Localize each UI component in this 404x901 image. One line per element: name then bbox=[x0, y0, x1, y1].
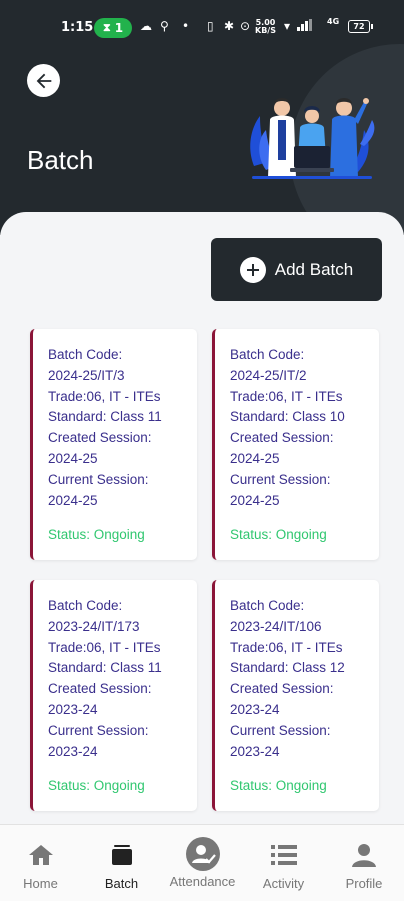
batch-card[interactable]: Batch Code: 2024-25/IT/2 Trade:06, IT - … bbox=[212, 329, 379, 560]
nav-home-label: Home bbox=[23, 876, 58, 891]
created-session: 2024-25 bbox=[230, 450, 280, 466]
bottom-navigation: Home Batch Attendance Activity Profile bbox=[0, 824, 404, 901]
profile-icon bbox=[352, 840, 376, 870]
vibrate-icon: ▯ bbox=[207, 19, 214, 33]
status-time: 1:15 bbox=[61, 20, 94, 35]
nav-profile[interactable]: Profile bbox=[324, 825, 404, 901]
back-button[interactable] bbox=[27, 64, 60, 97]
add-batch-button[interactable]: Add Batch bbox=[211, 238, 382, 301]
current-session: 2023-24 bbox=[230, 743, 280, 759]
batch-standard: Standard: Class 12 bbox=[230, 660, 345, 676]
nav-home[interactable]: Home bbox=[0, 825, 81, 901]
batch-code-label: Batch Code: bbox=[48, 347, 123, 362]
network-type: 4G bbox=[327, 17, 340, 26]
batch-standard: Standard: Class 10 bbox=[230, 409, 345, 425]
nav-attendance-label: Attendance bbox=[169, 874, 236, 889]
batch-code: 2023-24/IT/106 bbox=[230, 618, 322, 634]
batch-standard: Standard: Class 11 bbox=[48, 660, 162, 676]
nav-profile-label: Profile bbox=[345, 876, 383, 891]
list-icon bbox=[270, 840, 297, 870]
home-icon bbox=[28, 840, 54, 870]
current-session-label: Current Session: bbox=[230, 471, 331, 487]
batch-status: Status: Ongoing bbox=[48, 778, 145, 794]
batch-code: 2023-24/IT/173 bbox=[48, 618, 140, 634]
batch-code-label: Batch Code: bbox=[48, 598, 123, 613]
notification-pill: ⧗ 1 bbox=[94, 18, 132, 38]
created-session-label: Created Session: bbox=[48, 430, 152, 446]
current-session: 2023-24 bbox=[48, 743, 98, 759]
status-bar: 1:15 ⧗ 1 ☁ ⚲ • ▯ ✱ ⊙ 5.00 KB/S ▾ 4G 72 bbox=[0, 14, 404, 44]
batch-trade: Trade:06, IT - ITEs bbox=[48, 639, 161, 655]
created-session-label: Created Session: bbox=[48, 681, 152, 697]
batch-code: 2024-25/IT/2 bbox=[230, 367, 307, 383]
cloud-icon: ☁ bbox=[140, 19, 152, 33]
page-title: Batch bbox=[27, 145, 94, 175]
nav-batch[interactable]: Batch bbox=[81, 825, 162, 901]
batch-card[interactable]: Batch Code: 2023-24/IT/106 Trade:06, IT … bbox=[212, 580, 379, 811]
batch-card[interactable]: Batch Code: 2024-25/IT/3 Trade:06, IT - … bbox=[30, 329, 197, 560]
current-session: 2024-25 bbox=[48, 492, 98, 508]
add-batch-label: Add Batch bbox=[274, 259, 354, 279]
batch-card[interactable]: Batch Code: 2023-24/IT/173 Trade:06, IT … bbox=[30, 580, 197, 811]
batch-status: Status: Ongoing bbox=[230, 527, 327, 543]
wifi-icon: ▾ bbox=[284, 19, 291, 33]
batch-code-label: Batch Code: bbox=[230, 598, 305, 613]
nav-batch-label: Batch bbox=[104, 876, 139, 891]
signal-icon bbox=[297, 19, 312, 31]
nav-activity-label: Activity bbox=[262, 876, 305, 891]
current-session-label: Current Session: bbox=[48, 722, 149, 738]
location-pin-icon: ⚲ bbox=[160, 19, 169, 33]
batch-icon bbox=[110, 840, 134, 870]
batch-trade: Trade:06, IT - ITEs bbox=[230, 639, 343, 655]
network-speed-unit: KB/S bbox=[255, 26, 276, 35]
notification-count: 1 bbox=[114, 21, 124, 35]
created-session-label: Created Session: bbox=[230, 681, 334, 697]
nav-activity[interactable]: Activity bbox=[243, 825, 324, 901]
current-session-label: Current Session: bbox=[48, 471, 149, 487]
dot-icon: • bbox=[182, 19, 190, 33]
current-session-label: Current Session: bbox=[230, 722, 331, 738]
batch-status: Status: Ongoing bbox=[48, 527, 145, 543]
network-speed: 5.00 KB/S bbox=[255, 19, 276, 35]
batch-trade: Trade:06, IT - ITEs bbox=[48, 388, 161, 404]
battery-level: 72 bbox=[353, 22, 365, 31]
location-icon: ⊙ bbox=[240, 19, 251, 33]
batch-status: Status: Ongoing bbox=[230, 778, 327, 794]
attendance-icon bbox=[185, 836, 220, 872]
batch-standard: Standard: Class 11 bbox=[48, 409, 162, 425]
nav-attendance[interactable]: Attendance bbox=[162, 825, 243, 901]
batch-code-label: Batch Code: bbox=[230, 347, 305, 362]
team-illustration bbox=[250, 98, 375, 179]
arrow-left-icon bbox=[36, 73, 51, 88]
app-header: 1:15 ⧗ 1 ☁ ⚲ • ▯ ✱ ⊙ 5.00 KB/S ▾ 4G 72 B… bbox=[0, 0, 404, 235]
created-session: 2023-24 bbox=[230, 701, 280, 717]
current-session: 2024-25 bbox=[230, 492, 280, 508]
battery-icon: 72 bbox=[348, 20, 373, 33]
created-session-label: Created Session: bbox=[230, 430, 334, 446]
created-session: 2024-25 bbox=[48, 450, 98, 466]
batch-code: 2024-25/IT/3 bbox=[48, 367, 125, 383]
batch-trade: Trade:06, IT - ITEs bbox=[230, 388, 343, 404]
plus-icon bbox=[239, 256, 266, 283]
bluetooth-icon: ✱ bbox=[224, 19, 235, 33]
created-session: 2023-24 bbox=[48, 701, 98, 717]
hourglass-icon: ⧗ bbox=[102, 21, 111, 34]
